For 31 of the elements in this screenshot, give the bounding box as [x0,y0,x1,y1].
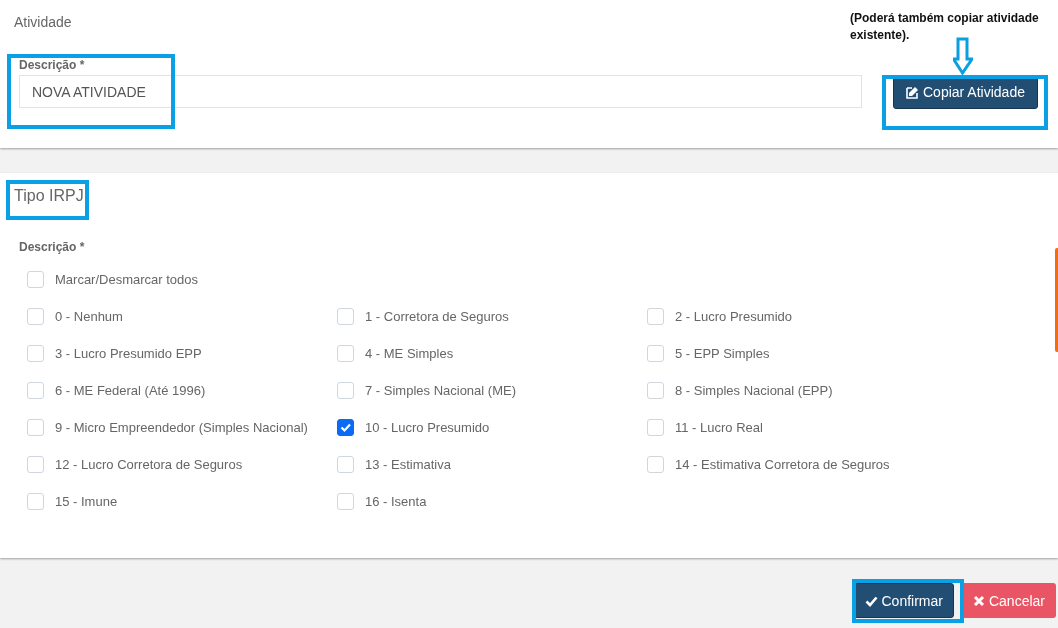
section-title: Tipo IRPJ [14,187,84,205]
option-label: 1 - Corretora de Seguros [365,308,509,324]
option-label: 0 - Nenhum [55,308,123,324]
option-label: 3 - Lucro Presumido EPP [55,345,202,361]
option-label: 14 - Estimativa Corretora de Seguros [675,456,890,472]
option-label: 13 - Estimativa [365,456,451,472]
option-label: 7 - Simples Nacional (ME) [365,382,516,398]
option-label: 6 - ME Federal (Até 1996) [55,382,206,398]
edit-icon [906,85,919,99]
annotation-note: (Poderá também copiar atividade existente). [850,10,1040,44]
side-tab[interactable] [1055,248,1058,352]
close-icon [972,594,985,607]
option-label: 4 - ME Simples [365,345,454,361]
option-label: 12 - Lucro Corretora de Seguros [55,456,243,472]
option-label: 11 - Lucro Real [675,419,763,435]
checkbox[interactable] [337,418,354,436]
option-label: 9 - Micro Empreendedor (Simples Nacional) [55,419,308,435]
option-label: 10 - Lucro Presumido [365,419,490,435]
section-title: Atividade [14,13,72,31]
option-label: Marcar/Desmarcar todos [55,271,199,287]
confirm-button[interactable]: Confirmar [853,583,954,618]
down-arrow-icon [953,37,973,75]
field-label: Descrição * [19,58,85,72]
description-field[interactable]: NOVA ATIVIDADE [19,75,862,108]
option-label: 5 - EPP Simples [675,345,770,361]
option-label: 16 - Isenta [365,493,427,509]
option-label: 15 - Imune [55,493,118,509]
field-label: Descrição * [19,240,86,254]
checkmark-icon [864,594,878,607]
option-label: 8 - Simples Nacional (EPP) [675,382,833,398]
option-label: 2 - Lucro Presumido [675,308,793,324]
